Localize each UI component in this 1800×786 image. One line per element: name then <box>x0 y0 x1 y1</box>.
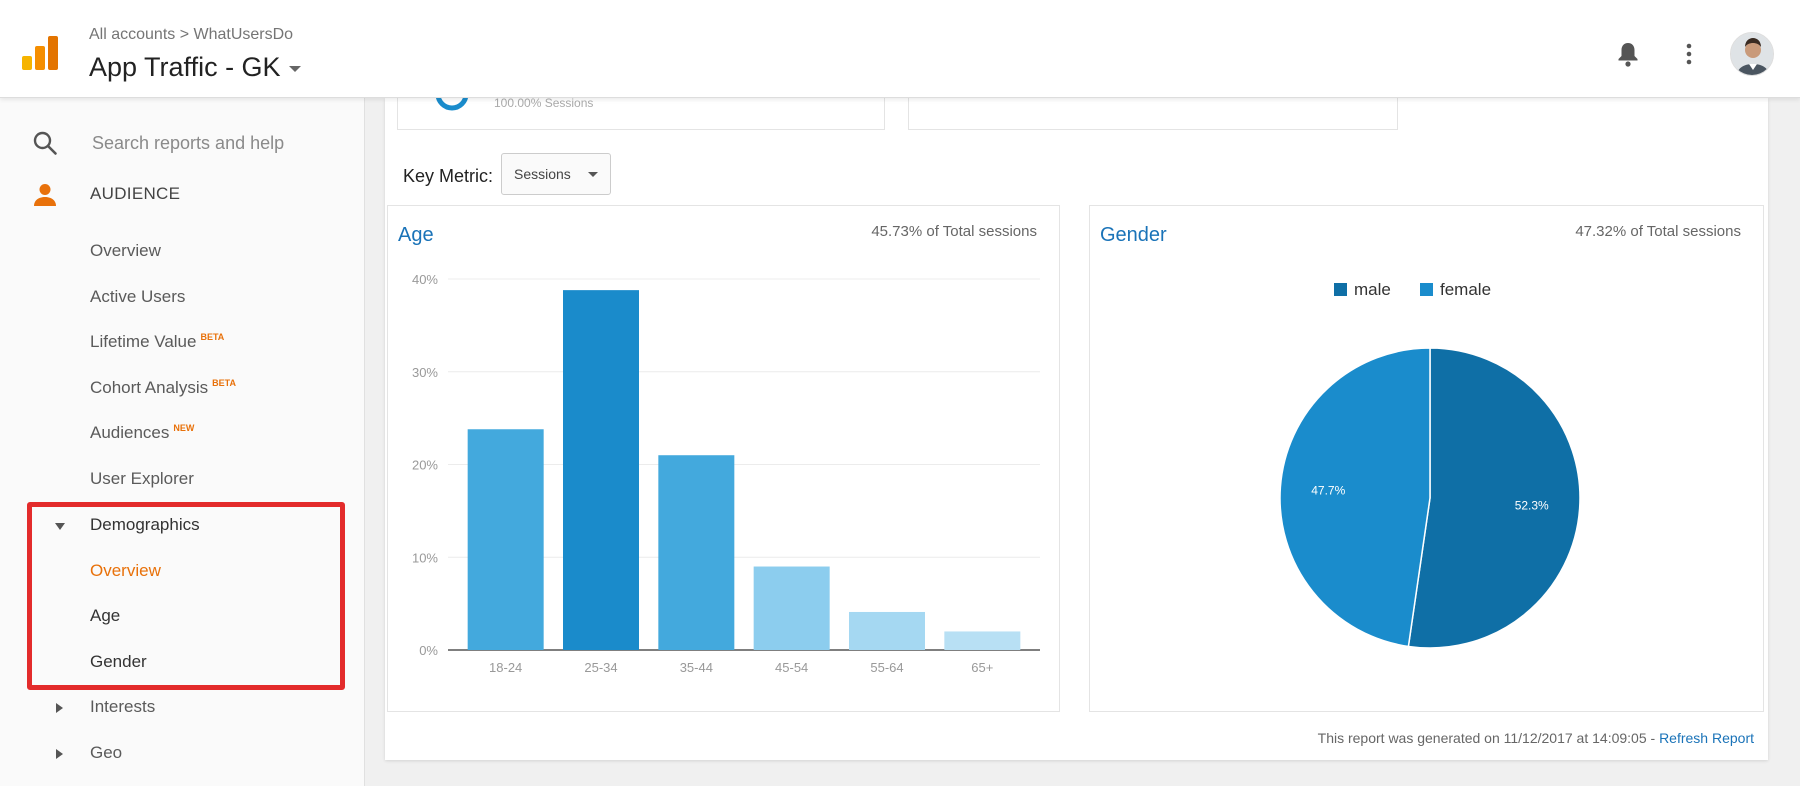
y-tick-label: 0% <box>419 643 438 658</box>
report-generated-footer: This report was generated on 11/12/2017 … <box>1318 730 1754 746</box>
nav-label: Active Users <box>90 287 186 306</box>
nav-label: Overview <box>90 241 161 260</box>
pie-slice-female[interactable] <box>1279 347 1431 648</box>
age-bar-65+[interactable] <box>944 631 1021 650</box>
nav-user-explorer[interactable]: User Explorer <box>90 469 194 489</box>
age-bar-55-64[interactable] <box>849 611 925 650</box>
search-reports-input[interactable] <box>92 128 342 158</box>
app-header: All accounts > WhatUsersDo App Traffic -… <box>0 0 1800 98</box>
x-tick-label: 55-64 <box>870 660 903 675</box>
legend-label-female[interactable]: female <box>1440 280 1491 299</box>
notifications-bell-icon[interactable] <box>1616 40 1640 68</box>
y-tick-label: 20% <box>412 458 438 473</box>
report-generated-text: This report was generated on 11/12/2017 … <box>1317 730 1656 746</box>
nav-interests[interactable]: Interests <box>90 697 155 717</box>
summary-sessions-text: 100.00% Sessions <box>494 98 594 108</box>
nav-audiences[interactable]: Audiences NEW <box>90 423 194 443</box>
property-selector[interactable]: App Traffic - GK <box>89 52 301 83</box>
caret-down-icon <box>288 65 301 72</box>
gender-pie-chart: male female 52.3% 47.7% <box>1279 280 1581 649</box>
x-tick-label: 45-54 <box>775 660 808 675</box>
beta-badge: BETA <box>212 378 236 389</box>
breadcrumb[interactable]: All accounts > WhatUsersDo <box>89 26 293 44</box>
x-tick-label: 18-24 <box>489 660 522 675</box>
person-icon <box>34 184 56 206</box>
highlight-annotation-box <box>27 502 345 690</box>
beta-badge: BETA <box>200 332 225 343</box>
age-panel: Age 45.73% of Total sessions 0% 10% 20% 30%… <box>387 205 1060 712</box>
y-tick-label: 40% <box>412 272 438 287</box>
legend-swatch-female <box>1420 283 1433 296</box>
pie-slice-male[interactable] <box>1407 347 1581 649</box>
age-bar-25-34[interactable] <box>563 290 639 650</box>
key-metric-dropdown[interactable]: Sessions <box>501 153 611 195</box>
nav-label: Lifetime Value <box>90 332 197 351</box>
new-badge: NEW <box>173 423 195 434</box>
pie-value-label-male: 52.3% <box>1515 498 1549 512</box>
nav-label: User Explorer <box>90 469 194 488</box>
x-tick-label: 65+ <box>971 660 993 675</box>
refresh-report-link[interactable]: Refresh Report <box>1659 730 1754 746</box>
summary-card: 100.00% Sessions <box>397 84 885 130</box>
age-bar-18-24[interactable] <box>467 429 544 650</box>
audience-section-label[interactable]: AUDIENCE <box>90 184 180 204</box>
nav-label: Cohort Analysis <box>90 378 209 397</box>
nav-label: Audiences <box>90 423 170 442</box>
more-options-icon[interactable] <box>1682 40 1696 68</box>
nav-lifetime-value[interactable]: Lifetime Value BETA <box>90 332 224 352</box>
gender-panel: Gender 47.32% of Total sessions male fema… <box>1089 205 1764 712</box>
nav-geo[interactable]: Geo <box>90 743 122 763</box>
pie-value-label-female: 47.7% <box>1311 484 1345 498</box>
search-icon[interactable] <box>32 130 58 156</box>
y-tick-label: 30% <box>412 365 438 380</box>
x-tick-label: 25-34 <box>584 660 617 675</box>
nav-overview[interactable]: Overview <box>90 241 161 261</box>
age-bar-chart: 0% 10% 20% 30% 40% 18-24 25-34 35-44 45-54 55-64 6… <box>412 272 1040 675</box>
report-card: 100.00% Sessions Key Metric: Sessions Ag… <box>385 84 1768 760</box>
analytics-logo-icon[interactable] <box>20 34 60 74</box>
legend-swatch-male <box>1334 283 1347 296</box>
main-content-area: 100.00% Sessions Key Metric: Sessions Ag… <box>365 84 1800 786</box>
key-metric-value: Sessions <box>514 166 571 182</box>
age-bar-35-44[interactable] <box>658 455 735 650</box>
summary-card <box>908 98 1398 130</box>
y-tick-label: 10% <box>412 550 438 565</box>
nav-active-users[interactable]: Active Users <box>90 287 185 307</box>
collapsed-arrow-icon[interactable] <box>56 703 63 713</box>
user-avatar[interactable] <box>1730 32 1774 76</box>
x-tick-label: 35-44 <box>680 660 713 675</box>
key-metric-label: Key Metric: <box>403 166 494 186</box>
property-title: App Traffic - GK <box>89 52 281 82</box>
caret-down-icon <box>588 172 598 177</box>
legend-label-male[interactable]: male <box>1354 280 1391 299</box>
age-bar-45-54[interactable] <box>753 566 830 650</box>
user-avatar-icon <box>1731 33 1773 75</box>
collapsed-arrow-icon[interactable] <box>56 749 63 759</box>
nav-cohort-analysis[interactable]: Cohort Analysis BETA <box>90 378 236 398</box>
